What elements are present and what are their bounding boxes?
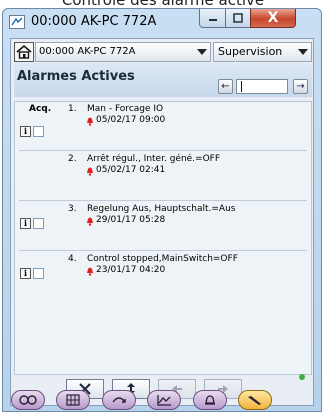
maximize-icon [233, 13, 243, 23]
info-icon: i [23, 126, 28, 136]
title-bar[interactable]: 00:000 AK-PC 772A X [3, 9, 321, 35]
app-window: 00:000 AK-PC 772A X 00:000 AK-PC 772A Su… [2, 8, 322, 412]
alarm-text: Control stopped,MainSwitch=OFF [87, 254, 238, 264]
alarm-bell-icon [87, 117, 93, 126]
info-button[interactable]: i [20, 218, 31, 229]
device-select[interactable]: 00:000 AK-PC 772A [35, 42, 211, 62]
device-select-value: 00:000 AK-PC 772A [39, 46, 136, 57]
alarm-bell-icon [87, 217, 93, 226]
acknowledge-checkbox[interactable] [33, 218, 44, 229]
acknowledge-checkbox[interactable] [33, 126, 44, 137]
info-icon: i [23, 268, 28, 278]
alarm-number: 3. [68, 204, 77, 214]
alarm-date: 29/01/17 05:28 [96, 215, 166, 225]
status-indicator [299, 374, 305, 380]
bottom-toolbar [11, 390, 311, 412]
info-button[interactable]: i [20, 268, 31, 279]
maximize-button[interactable] [225, 9, 251, 28]
view-select[interactable]: Supervision [213, 42, 312, 62]
tool-grid-button[interactable] [56, 390, 90, 410]
section-header: Alarmes Actives ← → [14, 63, 312, 97]
arrow-right-icon: → [296, 81, 305, 92]
next-page-button[interactable]: → [293, 79, 308, 94]
page-title: Alarmes Actives [17, 69, 135, 84]
minimize-button[interactable] [199, 9, 226, 28]
window-title: 00:000 AK-PC 772A [31, 14, 157, 29]
alarm-bell-icon [87, 267, 93, 276]
tool-cycle-button[interactable] [102, 390, 136, 410]
client-area: 00:000 AK-PC 772A Supervision Alarmes Ac… [10, 38, 314, 406]
alarm-text: Regelung Aus, Hauptschalt.=Aus [87, 204, 236, 214]
info-icon: i [23, 218, 28, 228]
grid-icon [66, 394, 80, 406]
tool-service-button[interactable] [238, 390, 272, 410]
alarm-number: 1. [68, 104, 77, 114]
bell-icon [205, 395, 215, 405]
list-item[interactable]: 2. Arrêt régul., Inter. géné.=OFF 05/02/… [15, 152, 311, 202]
divider [19, 150, 307, 151]
compressor-icon [19, 395, 37, 405]
previous-page-button[interactable]: ← [218, 79, 233, 94]
acknowledge-checkbox[interactable] [33, 268, 44, 279]
alarm-number: 4. [68, 254, 77, 264]
alarm-text: Man - Forcage IO [87, 104, 164, 114]
wrench-icon [248, 396, 261, 405]
arrow-left-icon: ← [221, 81, 230, 92]
close-button[interactable]: X [250, 9, 296, 28]
view-select-value: Supervision [218, 45, 283, 58]
alarm-list: Acq. 1. Man - Forcage IO 05/02/17 09:00 … [14, 101, 312, 375]
alarm-date: 05/02/17 02:41 [96, 165, 166, 175]
home-icon [16, 44, 32, 59]
tool-trend-button[interactable] [147, 390, 181, 410]
chevron-down-icon [298, 49, 308, 55]
app-icon [9, 15, 25, 29]
divider [19, 200, 307, 201]
close-icon: X [267, 10, 279, 26]
alarm-date: 05/02/17 09:00 [96, 115, 166, 125]
cycle-icon [112, 397, 126, 403]
alarm-number: 2. [68, 154, 77, 164]
list-item[interactable]: 3. Regelung Aus, Hauptschalt.=Aus 29/01/… [15, 202, 311, 252]
list-item[interactable]: 1. Man - Forcage IO 05/02/17 09:00 i [15, 102, 311, 152]
alarm-bell-icon [87, 167, 93, 176]
chevron-down-icon [197, 49, 207, 55]
alarm-date: 23/01/17 04:20 [96, 265, 166, 275]
home-button[interactable] [14, 42, 34, 62]
trend-chart-icon [157, 395, 171, 406]
minimize-icon [208, 19, 217, 21]
alarm-text: Arrêt régul., Inter. géné.=OFF [87, 154, 221, 164]
tool-alarm-button[interactable] [193, 390, 227, 410]
page-input[interactable] [236, 79, 288, 94]
info-button[interactable]: i [20, 126, 31, 137]
tool-compressor-button[interactable] [11, 390, 45, 410]
list-item[interactable]: 4. Control stopped,MainSwitch=OFF 23/01/… [15, 252, 311, 302]
divider [19, 250, 307, 251]
